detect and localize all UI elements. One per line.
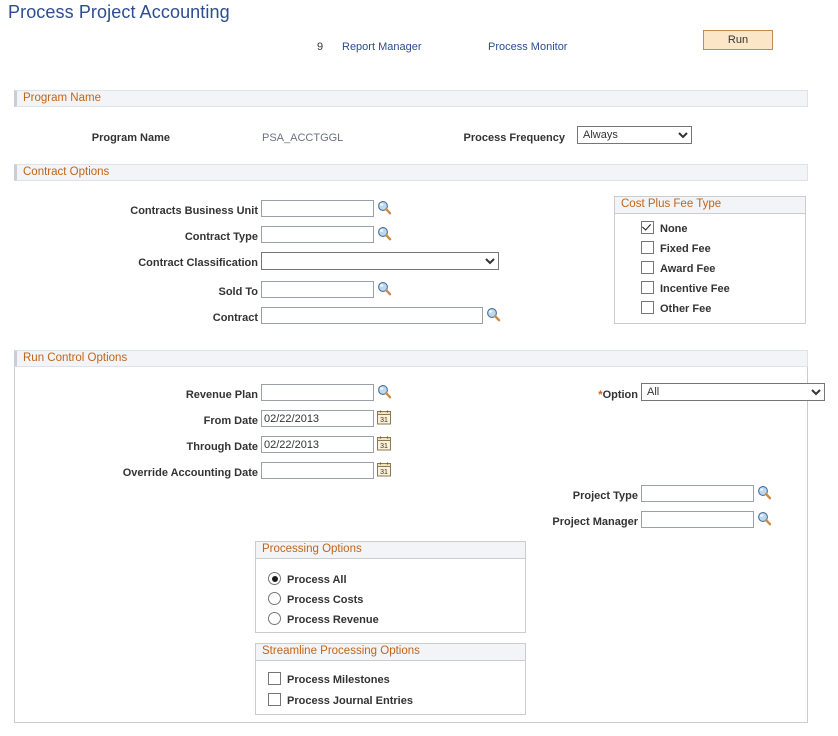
processing-option-row[interactable]: Process Revenue	[268, 612, 379, 632]
cost-plus-fee-type-group: Cost Plus Fee Type None Fixed Fee Award Fe…	[614, 196, 806, 324]
option-select[interactable]: All	[641, 383, 825, 401]
processing-option-row[interactable]: Process All	[268, 572, 379, 592]
revenue-plan-input[interactable]	[261, 384, 374, 401]
processing-option-label[interactable]: Process All	[287, 574, 347, 586]
project-type-input[interactable]	[641, 485, 754, 502]
cost-plus-fee-type-label[interactable]: Other Fee	[660, 303, 711, 315]
cost-plus-fee-type-row[interactable]: Fixed Fee	[641, 241, 730, 261]
magnifier-icon[interactable]	[377, 281, 392, 296]
processing-options-list: Process All Process Costs Process Revenue	[268, 572, 379, 632]
calendar-icon[interactable]: 31	[377, 462, 391, 477]
streamline-processing-options-list: Process Milestones Process Journal Entrie…	[268, 672, 413, 714]
cost-plus-fee-type-checkbox[interactable]	[641, 221, 654, 234]
magnifier-icon[interactable]	[377, 226, 392, 241]
magnifier-icon[interactable]	[757, 511, 772, 526]
cost-plus-fee-type-checkbox[interactable]	[641, 241, 654, 254]
cost-plus-fee-type-title: Cost Plus Fee Type	[615, 197, 805, 214]
option-label-text: Option	[603, 389, 638, 401]
cost-plus-fee-type-label[interactable]: Incentive Fee	[660, 283, 730, 295]
contract-type-label: Contract Type	[10, 229, 258, 245]
svg-text:31: 31	[380, 417, 388, 424]
section-header-run-control-options: Run Control Options	[14, 350, 808, 367]
processing-option-radio[interactable]	[268, 612, 281, 625]
magnifier-icon[interactable]	[377, 200, 392, 215]
streamline-processing-options-title: Streamline Processing Options	[256, 644, 525, 661]
svg-text:31: 31	[380, 469, 388, 476]
project-type-label: Project Type	[420, 488, 638, 504]
report-manager-link[interactable]: Report Manager	[342, 41, 422, 53]
processing-option-label[interactable]: Process Revenue	[287, 614, 379, 626]
project-manager-label: Project Manager	[420, 514, 638, 530]
calendar-icon[interactable]: 31	[377, 436, 391, 451]
streamline-option-checkbox[interactable]	[268, 693, 281, 706]
streamline-option-row[interactable]: Process Journal Entries	[268, 693, 413, 714]
streamline-option-label[interactable]: Process Journal Entries	[287, 695, 413, 707]
processing-option-radio[interactable]	[268, 572, 281, 585]
section-header-contract-options: Contract Options	[14, 164, 808, 181]
streamline-option-row[interactable]: Process Milestones	[268, 672, 413, 693]
through-date-input[interactable]	[261, 436, 374, 453]
svg-text:31: 31	[380, 443, 388, 450]
contract-input[interactable]	[261, 307, 483, 324]
processing-options-title: Processing Options	[256, 542, 525, 559]
processing-options-group: Processing Options Process All Process Co…	[255, 541, 526, 633]
override-accounting-date-input[interactable]	[261, 462, 374, 479]
cost-plus-fee-type-label[interactable]: Award Fee	[660, 263, 715, 275]
cost-plus-fee-type-checkbox[interactable]	[641, 281, 654, 294]
cost-plus-fee-type-row[interactable]: Incentive Fee	[641, 281, 730, 301]
processing-option-label[interactable]: Process Costs	[287, 594, 363, 606]
cost-plus-fee-type-label[interactable]: Fixed Fee	[660, 243, 711, 255]
magnifier-icon[interactable]	[486, 307, 501, 322]
process-monitor-link[interactable]: Process Monitor	[488, 41, 567, 53]
cost-plus-fee-type-row[interactable]: None	[641, 221, 730, 241]
calendar-icon[interactable]: 31	[377, 410, 391, 425]
sold-to-input[interactable]	[261, 281, 374, 298]
cost-plus-fee-type-label[interactable]: None	[660, 223, 688, 235]
program-name-label: Program Name	[60, 130, 170, 146]
contracts-business-unit-input[interactable]	[261, 200, 374, 217]
magnifier-icon[interactable]	[757, 485, 772, 500]
contract-classification-label: Contract Classification	[10, 255, 258, 271]
process-frequency-label: Process Frequency	[360, 130, 565, 146]
streamline-option-checkbox[interactable]	[268, 672, 281, 685]
program-name-value: PSA_ACCTGGL	[262, 130, 343, 146]
contracts-business-unit-label: Contracts Business Unit	[10, 203, 258, 219]
process-instance-number: 9	[317, 41, 323, 53]
processing-option-radio[interactable]	[268, 592, 281, 605]
cost-plus-fee-type-row[interactable]: Other Fee	[641, 301, 730, 321]
page-title: Process Project Accounting	[8, 2, 230, 23]
from-date-label: From Date	[30, 413, 258, 429]
cost-plus-fee-type-row[interactable]: Award Fee	[641, 261, 730, 281]
from-date-input[interactable]	[261, 410, 374, 427]
run-button[interactable]: Run	[703, 30, 773, 50]
option-label: *Option	[430, 387, 638, 403]
processing-option-row[interactable]: Process Costs	[268, 592, 379, 612]
revenue-plan-label: Revenue Plan	[30, 387, 258, 403]
contract-label: Contract	[10, 310, 258, 326]
streamline-option-label[interactable]: Process Milestones	[287, 674, 390, 686]
cost-plus-fee-type-checkbox[interactable]	[641, 301, 654, 314]
sold-to-label: Sold To	[10, 284, 258, 300]
section-header-program-name: Program Name	[14, 90, 808, 107]
process-frequency-select[interactable]: AlwaysOnceDon't Run	[577, 126, 692, 144]
override-accounting-date-label: Override Accounting Date	[30, 465, 258, 481]
cost-plus-fee-type-list: None Fixed Fee Award Fee Incentive Fee Other…	[641, 221, 730, 321]
contract-classification-select[interactable]	[261, 252, 499, 270]
contract-type-input[interactable]	[261, 226, 374, 243]
magnifier-icon[interactable]	[377, 384, 392, 399]
streamline-processing-options-group: Streamline Processing Options Process Mi…	[255, 643, 526, 715]
cost-plus-fee-type-checkbox[interactable]	[641, 261, 654, 274]
through-date-label: Through Date	[30, 439, 258, 455]
project-manager-input[interactable]	[641, 511, 754, 528]
